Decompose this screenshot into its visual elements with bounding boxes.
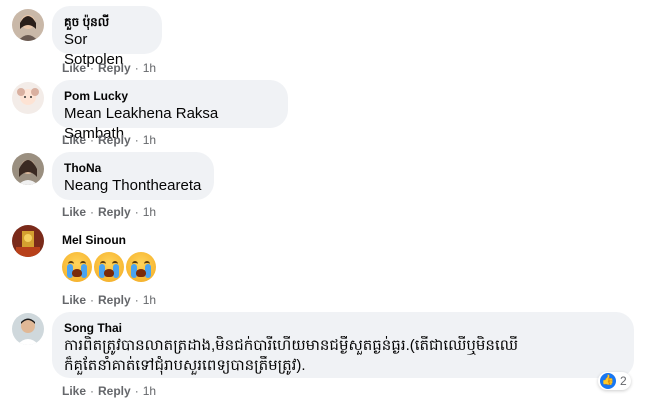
crying-face-icon [62, 252, 92, 282]
timestamp[interactable]: 1h [143, 61, 156, 75]
commenter-name[interactable]: Song Thai [64, 320, 622, 336]
timestamp[interactable]: 1h [143, 205, 156, 219]
comment-bubble: ThoNa Neang Thontheareta [52, 152, 214, 200]
separator-dot: · [134, 293, 139, 307]
commenter-avatar[interactable] [12, 225, 44, 257]
separator-dot: · [134, 133, 139, 147]
commenter-avatar[interactable] [12, 313, 44, 345]
comment-text: Neang Thontheareta [64, 177, 202, 194]
reply-button[interactable]: Reply [98, 133, 131, 147]
like-button[interactable]: Like [62, 61, 86, 75]
comment-text-line: ក៏គួតែនាំគាត់ទៅជុំរាបសួរពេទ្យបានត្រឹមត្រ… [64, 357, 306, 374]
comment-actions: Like · Reply · 1h [62, 204, 156, 220]
male-avatar-icon [12, 313, 44, 345]
comment-bubble: គួច ប៉ុនលី Sor Sotpolen [52, 6, 162, 68]
crying-face-icon [126, 252, 156, 282]
commenter-name[interactable]: គួច ប៉ុនលី [64, 14, 150, 30]
comment-actions: Like · Reply · 1h [62, 383, 156, 399]
crying-face-icon [94, 252, 124, 282]
separator-dot: · [134, 384, 139, 398]
shrine-avatar-icon [12, 225, 44, 257]
commenter-avatar[interactable] [12, 82, 44, 114]
emoji-row [62, 252, 158, 282]
reaction-count: 2 [620, 374, 627, 388]
commenter-name[interactable]: ThoNa [64, 160, 202, 176]
separator-dot: · [90, 293, 95, 307]
separator-dot: · [134, 205, 139, 219]
comment-bubble: Pom Lucky Mean Leakhena Raksa Sambath [52, 80, 288, 142]
like-button[interactable]: Like [62, 384, 86, 398]
like-reaction-icon: 👍 [600, 373, 616, 389]
separator-dot: · [90, 61, 95, 75]
separator-dot: · [90, 133, 95, 147]
timestamp[interactable]: 1h [143, 293, 156, 307]
timestamp[interactable]: 1h [143, 384, 156, 398]
female-avatar-icon [12, 9, 44, 41]
separator-dot: · [90, 205, 95, 219]
comment-bubble: Song Thai ការពិតត្រូវបានលាតត្រដាង,មិនជក់… [52, 312, 634, 378]
commenter-name[interactable]: Mel Sinoun [62, 232, 126, 248]
cartoon-avatar-icon [12, 82, 44, 114]
reply-button[interactable]: Reply [98, 384, 131, 398]
commenter-avatar[interactable] [12, 9, 44, 41]
reply-button[interactable]: Reply [98, 61, 131, 75]
reaction-summary[interactable]: 👍 2 [598, 372, 631, 390]
like-button[interactable]: Like [62, 133, 86, 147]
comment-text-line: ការពិតត្រូវបានលាតត្រដាង,មិនជក់បារីហើយមាន… [64, 337, 519, 354]
reply-button[interactable]: Reply [98, 205, 131, 219]
commenter-avatar[interactable] [12, 153, 44, 185]
reply-button[interactable]: Reply [98, 293, 131, 307]
female-avatar-icon [12, 153, 44, 185]
comment-actions: Like · Reply · 1h [62, 60, 156, 76]
separator-dot: · [90, 384, 95, 398]
separator-dot: · [134, 61, 139, 75]
like-button[interactable]: Like [62, 293, 86, 307]
comment-actions: Like · Reply · 1h [62, 132, 156, 148]
timestamp[interactable]: 1h [143, 133, 156, 147]
commenter-name[interactable]: Pom Lucky [64, 88, 276, 104]
like-button[interactable]: Like [62, 205, 86, 219]
comment-actions: Like · Reply · 1h [62, 292, 156, 308]
